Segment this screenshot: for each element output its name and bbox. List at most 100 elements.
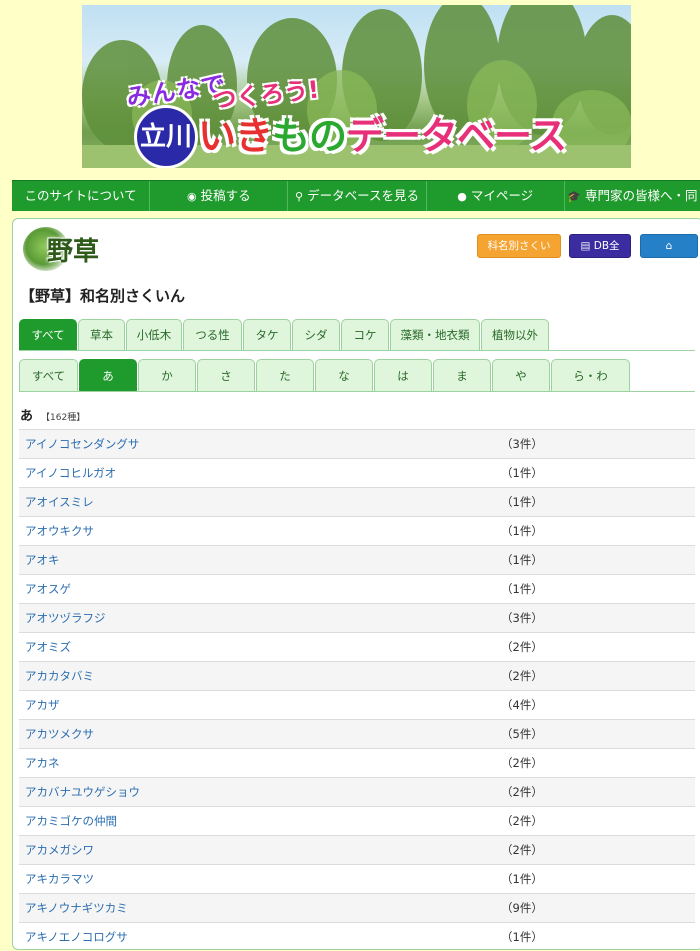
tab-kana-ka[interactable]: か (138, 359, 196, 392)
list-item: アカザ （4件） (19, 690, 695, 719)
list-item: アイノコセンダングサ （3件） (19, 429, 695, 458)
tab-category-non-plant[interactable]: 植物以外 (481, 319, 549, 350)
nav-post-label: 投稿する (200, 188, 251, 203)
list-item: アオイスミレ （1件） (19, 487, 695, 516)
species-count: （1件） (501, 582, 543, 596)
page-title: 【野草】和名別さくいん (20, 287, 186, 305)
species-link[interactable]: アカツメクサ (25, 720, 94, 748)
species-count: （3件） (501, 437, 543, 451)
tab-category-bamboo[interactable]: タケ (243, 319, 291, 350)
banner-city-badge: 立川 (134, 105, 198, 168)
list-item: アカツメクサ （5件） (19, 719, 695, 748)
home-icon: ⌂ (665, 240, 673, 252)
species-link[interactable]: アカネ (25, 749, 60, 777)
tab-category-subshrub[interactable]: 小低木 (126, 319, 182, 350)
nav-post[interactable]: ◉ 投稿する (150, 181, 289, 211)
species-count: （2件） (501, 843, 543, 857)
species-link[interactable]: アキカラマツ (25, 865, 94, 893)
list-item: アカバナユウゲショウ （2件） (19, 777, 695, 806)
species-count: （2件） (501, 785, 543, 799)
database-icon: ▤ (580, 240, 594, 252)
species-count: （5件） (501, 727, 543, 741)
list-item: アカメガシワ （2件） (19, 835, 695, 864)
species-link[interactable]: アイノコセンダングサ (25, 430, 139, 458)
site-banner[interactable]: みんなで つくろう! 立川 いきものデータベース (82, 5, 631, 168)
tab-kana-all[interactable]: すべて (19, 359, 78, 392)
list-item: アキノウナギツカミ （9件） (19, 893, 695, 922)
tab-kana-ha[interactable]: は (374, 359, 432, 392)
species-link[interactable]: アオミズ (25, 633, 71, 661)
species-count: （1件） (501, 930, 543, 944)
tab-kana-ya[interactable]: や (492, 359, 550, 392)
nav-experts[interactable]: 🎓 専門家の皆様へ・同 (565, 181, 700, 211)
tab-category-all[interactable]: すべて (19, 319, 77, 350)
list-item: アキノエノコログサ （1件） (19, 922, 695, 951)
list-item: アオキ （1件） (19, 545, 695, 574)
nav-mypage[interactable]: ● マイページ (427, 181, 565, 211)
species-link[interactable]: アカカタバミ (25, 662, 94, 690)
tab-kana-a[interactable]: あ (79, 359, 137, 392)
species-link[interactable]: アカミゴケの仲間 (25, 807, 117, 835)
species-link[interactable]: アオツヅラフジ (25, 604, 106, 632)
list-item: アオツヅラフジ （3件） (19, 603, 695, 632)
species-link[interactable]: アカメガシワ (25, 836, 94, 864)
user-icon: ● (457, 190, 467, 203)
tab-category-herb[interactable]: 草本 (78, 319, 125, 350)
section-heading: あ【162種】 (20, 405, 85, 424)
camera-icon: ◉ (186, 190, 197, 203)
tab-kana-ma[interactable]: ま (433, 359, 491, 392)
tab-category-algae-lichen[interactable]: 藻類・地衣類 (390, 319, 480, 350)
home-button[interactable]: ⌂ Home (640, 234, 698, 274)
kana-tabs: すべて あ か さ た な は ま や ら・わ (19, 359, 631, 392)
home-label: Home (653, 262, 685, 274)
banner-site-title: いきものデータベース (198, 105, 567, 160)
list-item: アオスゲ （1件） (19, 574, 695, 603)
species-count: （1件） (501, 466, 543, 480)
list-item: アイノコヒルガオ （1件） (19, 458, 695, 487)
species-count: （4件） (501, 698, 543, 712)
db-all-label: DB全件 (593, 240, 620, 274)
species-link[interactable]: アキノウナギツカミ (25, 894, 128, 922)
list-item: アオミズ （2件） (19, 632, 695, 661)
species-count: （2件） (501, 814, 543, 828)
species-count: （2件） (501, 669, 543, 683)
species-link[interactable]: アオウキクサ (25, 517, 94, 545)
nav-mypage-label: マイページ (470, 188, 534, 203)
species-count: （9件） (501, 901, 543, 915)
tab-kana-ra-wa[interactable]: ら・わ (551, 359, 630, 392)
list-item: アキカラマツ （1件） (19, 864, 695, 893)
species-list: アイノコセンダングサ （3件） アイノコヒルガオ （1件） アオイスミレ （1件） アオウキ… (19, 429, 695, 951)
tab-category-vine[interactable]: つる性 (183, 319, 242, 350)
tab-divider (19, 391, 695, 392)
nav-database[interactable]: ⚲ データベースを見る (288, 181, 427, 211)
nav-database-label: データベースを見る (307, 188, 419, 203)
main-nav: このサイトについて ◉ 投稿する ⚲ データベースを見る ● マイページ 🎓 専門家の皆… (12, 180, 700, 211)
species-link[interactable]: アカバナユウゲショウ (25, 778, 140, 806)
tab-kana-na[interactable]: な (315, 359, 373, 392)
category-title: 野草 (47, 237, 100, 267)
species-link[interactable]: アオキ (25, 546, 60, 574)
species-count: （1件） (501, 495, 543, 509)
species-link[interactable]: アオイスミレ (25, 488, 94, 516)
species-link[interactable]: アカザ (25, 691, 60, 719)
species-link[interactable]: アキノエノコログサ (25, 923, 128, 951)
db-all-button[interactable]: ▤ DB全件 (569, 234, 631, 274)
tab-divider (19, 350, 695, 351)
search-icon: ⚲ (295, 190, 304, 203)
section-kana: あ (20, 409, 34, 424)
content-panel: 野草 科名別さくいん ▤ DB全件 ⌂ Home 【野草】和名別さくいん すべて… (12, 218, 700, 950)
nav-about[interactable]: このサイトについて (12, 181, 151, 211)
family-index-button[interactable]: 科名別さくいん (477, 234, 561, 274)
tab-kana-ta[interactable]: た (256, 359, 314, 392)
species-link[interactable]: アイノコヒルガオ (25, 459, 116, 487)
tab-category-fern[interactable]: シダ (292, 319, 340, 350)
banner-title-part-3: データベース (346, 114, 567, 158)
tab-kana-sa[interactable]: さ (197, 359, 255, 392)
nav-experts-label: 専門家の皆様へ・同 (585, 188, 698, 203)
tab-category-moss[interactable]: コケ (341, 319, 389, 350)
graduation-cap-icon: 🎓 (567, 190, 581, 203)
list-item: アカミゴケの仲間 （2件） (19, 806, 695, 835)
species-link[interactable]: アオスゲ (25, 575, 71, 603)
list-item: アカカタバミ （2件） (19, 661, 695, 690)
section-count: 【162種】 (41, 413, 86, 423)
